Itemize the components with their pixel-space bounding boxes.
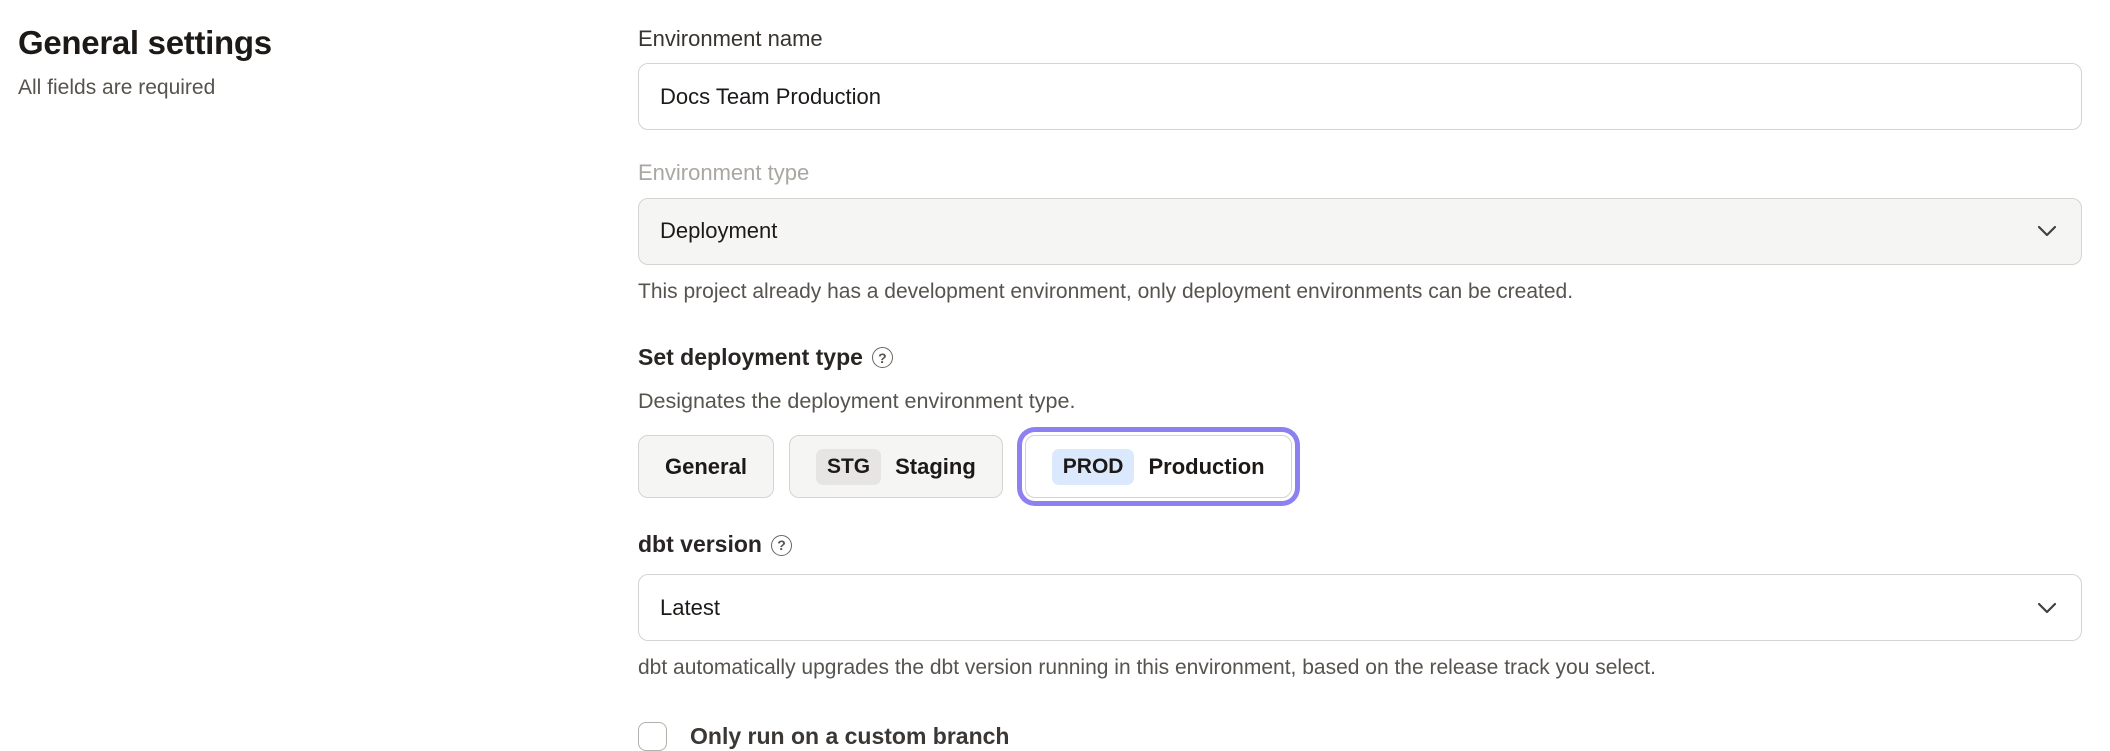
deployment-type-heading-label: Set deployment type bbox=[638, 344, 863, 372]
dbt-version-value: Latest bbox=[660, 595, 720, 621]
page-title: General settings bbox=[18, 24, 272, 62]
chevron-down-icon bbox=[2037, 225, 2057, 237]
deployment-type-production-button[interactable]: PROD Production bbox=[1025, 435, 1292, 498]
deployment-type-field: Set deployment type ? Designates the dep… bbox=[638, 344, 2082, 498]
deployment-type-general-button[interactable]: General bbox=[638, 435, 774, 498]
dbt-version-heading-label: dbt version bbox=[638, 531, 762, 559]
chevron-down-icon bbox=[2037, 602, 2057, 614]
deployment-type-options: General STG Staging PROD Production bbox=[638, 435, 2082, 498]
environment-name-label: Environment name bbox=[638, 26, 2082, 52]
environment-type-label: Environment type bbox=[638, 160, 2082, 186]
staging-badge: STG bbox=[816, 449, 881, 485]
deployment-type-staging-label: Staging bbox=[895, 454, 976, 480]
environment-type-helper: This project already has a development e… bbox=[638, 279, 2082, 305]
dbt-version-heading: dbt version ? bbox=[638, 531, 2082, 559]
environment-type-value: Deployment bbox=[660, 218, 777, 244]
deployment-type-description: Designates the deployment environment ty… bbox=[638, 389, 2082, 415]
dbt-version-helper: dbt automatically upgrades the dbt versi… bbox=[638, 655, 2082, 681]
general-settings-header: General settings All fields are required bbox=[18, 24, 272, 100]
help-icon[interactable]: ? bbox=[771, 535, 792, 556]
environment-settings-form: Environment name Environment type Deploy… bbox=[638, 26, 2082, 751]
custom-branch-row: Only run on a custom branch bbox=[638, 722, 2082, 751]
page-subtitle: All fields are required bbox=[18, 76, 272, 100]
production-badge: PROD bbox=[1052, 449, 1135, 485]
custom-branch-label[interactable]: Only run on a custom branch bbox=[690, 723, 1009, 750]
custom-branch-checkbox[interactable] bbox=[638, 722, 667, 751]
environment-name-input[interactable] bbox=[638, 63, 2082, 130]
environment-name-field: Environment name bbox=[638, 26, 2082, 130]
deployment-type-heading: Set deployment type ? bbox=[638, 344, 2082, 372]
deployment-type-general-label: General bbox=[665, 454, 747, 480]
deployment-type-staging-button[interactable]: STG Staging bbox=[789, 435, 1003, 498]
dbt-version-select[interactable]: Latest bbox=[638, 574, 2082, 641]
deployment-type-production-label: Production bbox=[1148, 454, 1264, 480]
dbt-version-field: dbt version ? Latest dbt automatically u… bbox=[638, 531, 2082, 681]
environment-type-field: Environment type Deployment This project… bbox=[638, 160, 2082, 305]
environment-type-select[interactable]: Deployment bbox=[638, 198, 2082, 265]
help-icon[interactable]: ? bbox=[872, 347, 893, 368]
